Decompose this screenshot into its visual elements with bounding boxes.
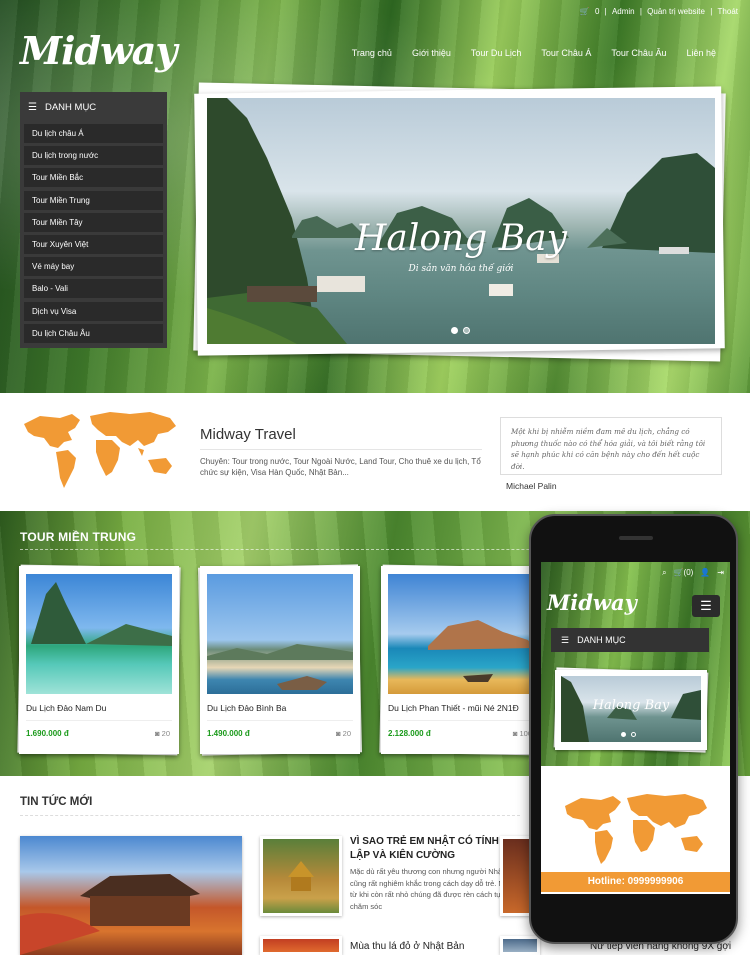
view-icon: ◙: [155, 729, 160, 738]
logout-icon[interactable]: ⇥: [717, 568, 724, 578]
phone-speaker: [619, 536, 653, 540]
list-icon: ☰: [28, 101, 37, 113]
sidebar-item-central[interactable]: Tour Miền Trung: [24, 190, 163, 210]
tour-name: Du Lịch Đảo Nam Du: [26, 703, 107, 713]
divider: [388, 720, 534, 721]
slider-dot-2[interactable]: [463, 327, 470, 334]
main-nav: Trang chủ Giới thiệu Tour Du Lịch Tour C…: [352, 48, 716, 58]
phone-mockup: ⌕ 🛒(0) 👤 ⇥ Midway ☰ ☰ DANH MỤC Halong Ba…: [529, 514, 738, 944]
world-map-icon: [24, 412, 176, 488]
tour-name: Du Lịch Đảo Bình Ba: [207, 703, 287, 713]
tour-name: Du Lịch Phan Thiết - mũi Né 2N1Đ: [388, 703, 519, 713]
mobile-topbar: ⌕ 🛒(0) 👤 ⇥: [662, 568, 724, 578]
news-thumbnail[interactable]: [260, 836, 342, 916]
tour-price: 1.490.000 đ: [207, 729, 250, 738]
logo[interactable]: Midway: [20, 28, 177, 73]
sidebar-item-europe[interactable]: Du lịch Châu Âu: [24, 323, 163, 343]
nav-europe-tours[interactable]: Tour Châu Âu: [611, 48, 666, 58]
news-thumbnail[interactable]: [260, 936, 342, 955]
sidebar-header: ☰ DANH MỤC: [24, 96, 163, 118]
nav-tours[interactable]: Tour Du Lịch: [471, 48, 522, 58]
sidebar-item-north[interactable]: Tour Miền Bắc: [24, 168, 163, 188]
slider-dot-1[interactable]: [451, 327, 458, 334]
nav-about[interactable]: Giới thiệu: [412, 48, 451, 58]
news-headline[interactable]: Mùa thu lá đỏ ở Nhật Bản: [350, 940, 520, 954]
tour-image-binh-ba: [207, 574, 353, 694]
sidebar-item-visa[interactable]: Dịch vụ Visa: [24, 301, 163, 321]
sidebar-title: DANH MỤC: [44, 101, 97, 113]
sidebar-item-flights[interactable]: Vé máy bay: [24, 257, 163, 277]
list-icon: ☰: [561, 634, 570, 645]
sidebar-item-luggage[interactable]: Balo - Vali: [24, 279, 163, 299]
tour-views: ◙ 20: [155, 729, 170, 738]
user-icon[interactable]: 👤: [700, 568, 710, 578]
cart-count[interactable]: 0: [595, 7, 599, 16]
tour-views: ◙ 20: [336, 729, 351, 738]
hero-slider[interactable]: Halong Bay Di sản văn hóa thế giới: [207, 98, 715, 344]
tour-card[interactable]: Du Lịch Đảo Bình Ba 1.490.000 đ ◙ 20: [200, 566, 360, 754]
sidebar-item-cross-vietnam[interactable]: Tour Xuyên Việt: [24, 234, 163, 254]
hotline-bar[interactable]: Hotline: 0999999906: [541, 872, 730, 892]
slider-dot-2[interactable]: [631, 732, 636, 737]
slider-title: Halong Bay: [355, 218, 567, 259]
tour-image-nam-du: [26, 574, 172, 694]
nav-home[interactable]: Trang chủ: [352, 48, 392, 58]
tour-view-count: 20: [161, 729, 170, 738]
company-name: Midway Travel: [200, 426, 296, 443]
mobile-slider[interactable]: Halong Bay: [561, 676, 701, 742]
mobile-category-menu[interactable]: ☰ DANH MỤC: [551, 628, 709, 652]
site-admin-link[interactable]: Quản trị website: [647, 7, 705, 16]
admin-link[interactable]: Admin: [612, 7, 635, 16]
view-icon: ◙: [512, 729, 518, 738]
mobile-screen: ⌕ 🛒(0) 👤 ⇥ Midway ☰ ☰ DANH MỤC Halong Ba…: [541, 562, 730, 894]
divider: [207, 720, 353, 721]
tour-image-phan-thiet: [388, 574, 534, 694]
sidebar-item-asia[interactable]: Du lịch châu Á: [24, 124, 163, 143]
news-section-title: TIN TỨC MỚI: [20, 796, 93, 808]
news-summary: Mặc dù rất yêu thương con nhưng người Nh…: [350, 867, 516, 911]
cart-icon[interactable]: 🛒: [580, 7, 590, 16]
mobile-world-map-icon: [565, 794, 707, 864]
divider: [200, 449, 482, 450]
section-divider: [20, 815, 520, 816]
tour-card[interactable]: Du Lịch Phan Thiết - mũi Né 2N1Đ 2.128.0…: [381, 566, 541, 754]
top-bar: 🛒 0 | Admin | Quản trị website | Thoát: [579, 7, 738, 16]
tour-price: 2.128.000 đ: [388, 729, 431, 738]
hamburger-menu-icon[interactable]: ☰: [692, 595, 720, 617]
cart-icon[interactable]: 🛒(0): [674, 568, 694, 578]
tour-section-title: TOUR MIỀN TRUNG: [20, 530, 137, 544]
category-sidebar: ☰ DANH MỤC Du lịch châu Á Du lịch trong …: [20, 92, 167, 348]
slider-dot-1[interactable]: [621, 732, 626, 737]
tour-price: 1.690.000 đ: [26, 729, 69, 738]
mobile-menu-title: DANH MỤC: [577, 635, 626, 645]
tour-view-count: 20: [342, 729, 351, 738]
company-description: Chuyên: Tour trong nước, Tour Ngoài Nước…: [200, 457, 481, 477]
mobile-logo[interactable]: Midway: [547, 590, 637, 615]
slider-subtitle: Di sản văn hóa thế giới: [408, 264, 514, 274]
news-featured-image[interactable]: [20, 836, 242, 955]
view-icon: ◙: [336, 729, 341, 738]
news-thumbnail[interactable]: [500, 936, 540, 955]
mobile-slider-title: Halong Bay: [592, 698, 670, 713]
search-icon[interactable]: ⌕: [662, 568, 666, 578]
logout-link[interactable]: Thoát: [718, 7, 738, 16]
quote-author: Michael Palin: [506, 481, 557, 491]
nav-contact[interactable]: Liên hệ: [686, 48, 716, 58]
sidebar-item-west[interactable]: Tour Miền Tây: [24, 212, 163, 232]
divider: [26, 720, 172, 721]
tour-card[interactable]: Du Lịch Đảo Nam Du 1.690.000 đ ◙ 20: [19, 566, 179, 754]
nav-asia-tours[interactable]: Tour Châu Á: [541, 48, 591, 58]
sidebar-item-domestic[interactable]: Du lịch trong nước: [24, 146, 163, 166]
quote-box: Một khi bị nhiễm niềm đam mê du lịch, ch…: [500, 417, 722, 475]
news-headline[interactable]: VÌ SAO TRẺ EM NHẬT CÓ TÍNH TỰ LẬP VÀ KIÊ…: [350, 835, 520, 863]
